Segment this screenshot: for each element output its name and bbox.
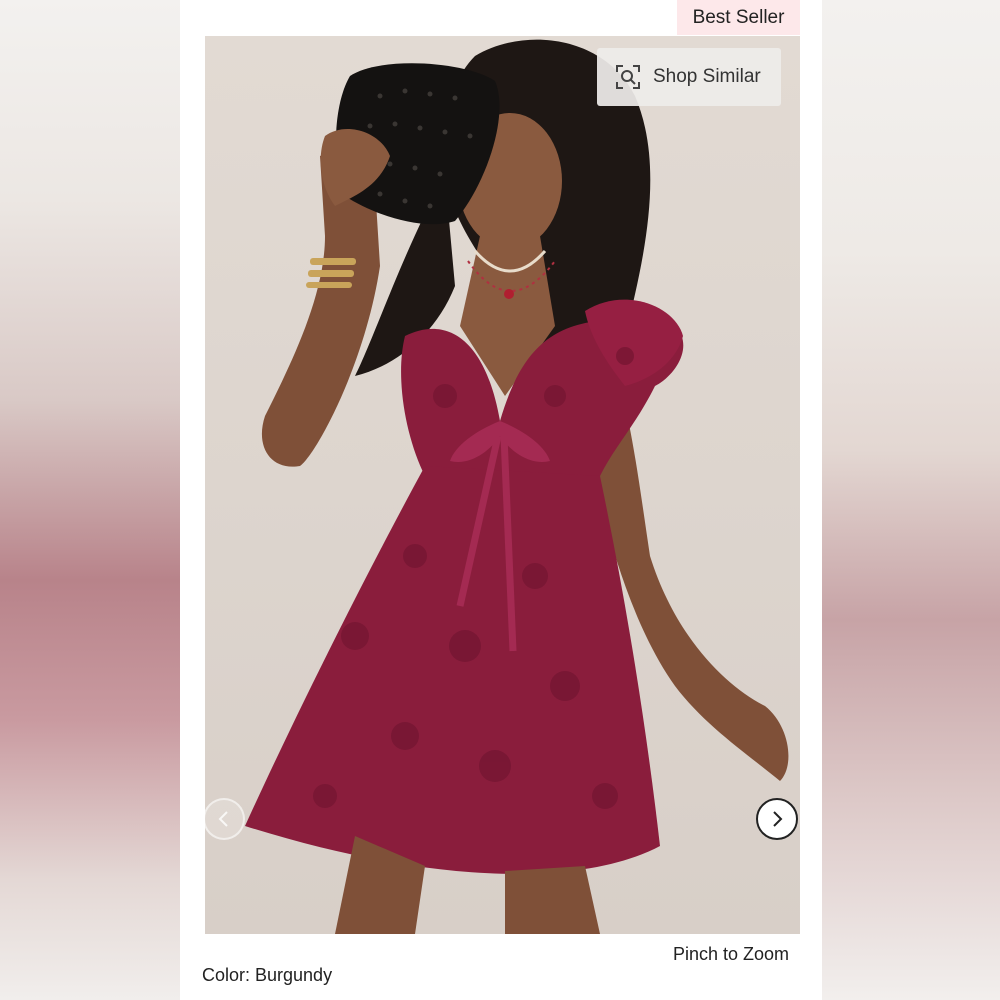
best-seller-badge: Best Seller (677, 0, 800, 35)
product-photo-illustration (245, 39, 789, 934)
blurred-background-right (822, 0, 1000, 1000)
product-image[interactable] (205, 36, 800, 934)
shop-similar-button[interactable]: Shop Similar (597, 48, 781, 106)
previous-image-button[interactable] (203, 798, 245, 840)
next-image-button[interactable] (756, 798, 798, 840)
pinch-to-zoom-hint: Pinch to Zoom (673, 944, 790, 964)
color-label: Color: Burgundy (202, 965, 333, 985)
blurred-background-left (0, 0, 180, 1000)
chevron-right-icon (773, 811, 783, 827)
visual-search-icon (615, 64, 641, 90)
shop-similar-label: Shop Similar (653, 66, 761, 87)
chevron-left-icon (218, 811, 228, 827)
